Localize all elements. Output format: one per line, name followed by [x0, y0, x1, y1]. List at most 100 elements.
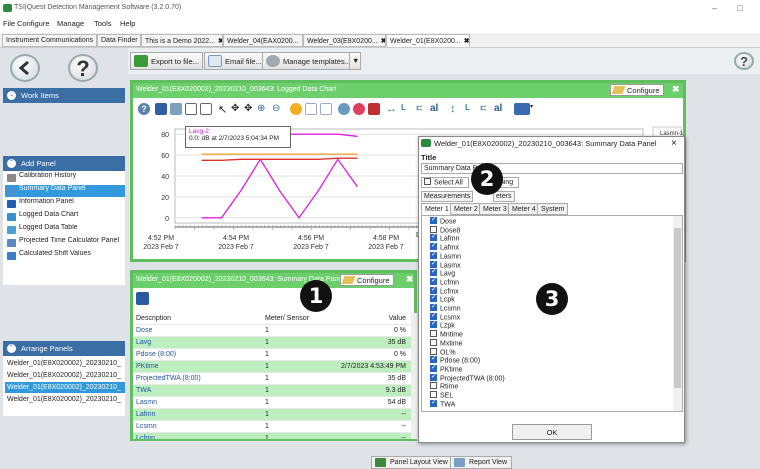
zoom-in-icon[interactable]: ⊕ [257, 103, 269, 115]
measurement-checkbox[interactable]: Pdose (8:00) [430, 354, 480, 366]
tab-system[interactable]: System [537, 203, 569, 215]
templates-dropdown[interactable]: ▼ [349, 52, 361, 70]
close-tab-icon[interactable]: ✖ [464, 38, 469, 45]
configure-button[interactable]: Configure [340, 274, 394, 286]
maximize-button[interactable]: □ [737, 3, 742, 13]
menu-manage[interactable]: Manage [57, 19, 84, 28]
close-icon[interactable]: ✖ [672, 84, 680, 95]
help-icon[interactable]: ? [138, 103, 150, 115]
tab-data-finder[interactable]: Data Finder [97, 34, 141, 47]
table-row[interactable]: Lafmn 1 -- [133, 409, 412, 421]
scrollbar[interactable] [411, 313, 417, 439]
chart-line-icon[interactable] [305, 103, 317, 115]
tab-welder-03[interactable]: Welder_03(E8X0200... ✖ [303, 34, 386, 47]
tab-meter-3[interactable]: Meter 3 [479, 203, 511, 215]
table-row[interactable]: Lcsmn 1 -- [133, 421, 412, 433]
manage-templates-button[interactable]: Manage templates... [262, 52, 355, 70]
add-panel-item[interactable]: Calibration History [5, 172, 125, 184]
tab-instrument-communications[interactable]: Instrument Communications [2, 34, 97, 47]
close-icon[interactable]: × [671, 138, 677, 149]
scrollbar-thumb[interactable] [674, 228, 681, 388]
caret-down-icon[interactable]: ▾ [530, 103, 542, 115]
pan-icon[interactable]: ✥ [231, 103, 243, 115]
add-panel-item[interactable]: Calculated Shift Values [5, 250, 125, 262]
axis-icon[interactable]: L [465, 103, 477, 115]
menu-file[interactable]: File [3, 19, 15, 28]
page-icon[interactable] [185, 103, 197, 115]
save-icon[interactable] [155, 103, 167, 115]
add-panel-item[interactable]: Logged Data Chart [5, 211, 125, 223]
add-panel-item[interactable]: Projected Time Calculator Panel [5, 237, 125, 249]
table-row[interactable]: Lasmn 1 54 dB [133, 397, 412, 409]
axis-icon[interactable]: L [401, 103, 413, 115]
tab-meter-4[interactable]: Meter 4 [508, 203, 540, 215]
table-row[interactable]: Pdose (8:00) 1 0 % [133, 349, 412, 361]
grid-icon[interactable] [368, 103, 380, 115]
zoom-out-icon[interactable]: ⊖ [272, 103, 284, 115]
export-button[interactable]: Export to file... [130, 52, 203, 70]
table-row[interactable]: PKtime 1 2/7/2023 4:53:49 PM [133, 361, 412, 373]
work-items-header[interactable]: ⌄ Work Items [3, 88, 125, 103]
menu-tools[interactable]: Tools [94, 19, 112, 28]
column-header[interactable]: Meter/ Sensor [265, 315, 309, 322]
ok-button[interactable]: OK [512, 424, 592, 440]
panel-layout-view-button[interactable]: Panel Layout View [371, 456, 453, 469]
table-row[interactable]: TWA 1 9.3 dB [133, 385, 412, 397]
add-panel-item[interactable]: Summary Data Panel [5, 185, 125, 197]
axis-icon[interactable]: ⊏ [480, 103, 492, 115]
axis-icon[interactable]: ⊏ [416, 103, 428, 115]
save-icon[interactable] [136, 292, 149, 305]
page-icon[interactable] [200, 103, 212, 115]
tab-parameters[interactable]: eters [493, 191, 515, 202]
move-icon[interactable]: ✥ [244, 103, 256, 115]
table-row[interactable]: ProjectedTWA (8:00) 1 35 dB [133, 373, 412, 385]
add-panel-item[interactable]: Logged Data Table [5, 224, 125, 236]
pointer-icon[interactable]: ↖ [218, 103, 230, 116]
column-header[interactable]: Value [389, 315, 406, 322]
arrange-panel-item[interactable]: Welder_01(E8X020002)_20230210_ [5, 370, 125, 381]
tab-meter-1[interactable]: Meter 1 [421, 203, 453, 215]
menu-help[interactable]: Help [120, 19, 135, 28]
email-button[interactable]: Email file... [204, 52, 266, 70]
measurement-checkbox[interactable]: ProjectedTWA (8:00) [430, 372, 505, 384]
scrollbar[interactable] [673, 216, 682, 411]
bar-chart-icon[interactable]: al [430, 103, 442, 115]
arrange-panel-item[interactable]: Welder_01(E8X020002)_20230210_ [5, 358, 125, 369]
tab-meter-2[interactable]: Meter 2 [450, 203, 482, 215]
help-icon[interactable]: ? [68, 54, 98, 82]
tab-demo[interactable]: This is a Demo 2022...✖ [141, 34, 223, 47]
table-row[interactable]: Lcfmn 1 -- [133, 433, 412, 439]
tab-welder-01[interactable]: Welder_01(E8X0200... ✖ [386, 34, 470, 47]
report-view-button[interactable]: Report View [450, 456, 513, 469]
column-header[interactable]: Description [136, 315, 171, 322]
lightbulb-icon[interactable] [290, 103, 302, 115]
select-all-checkbox[interactable]: Select All [421, 177, 469, 188]
globe-icon[interactable] [338, 103, 350, 115]
image-icon[interactable] [170, 103, 182, 115]
legend-icon[interactable] [514, 103, 530, 115]
title-input[interactable]: Summary Data P [421, 163, 683, 174]
configure-button[interactable]: Configure [610, 84, 664, 96]
table-row[interactable]: Dose 1 0 % [133, 325, 412, 337]
expand-vertical-icon[interactable]: ↕ [450, 103, 462, 115]
minimize-button[interactable]: – [712, 3, 717, 13]
summary-panel-header: Welder_01(E8X020002)_20230210_003643: Su… [133, 273, 414, 288]
table-row[interactable]: Lavg 1 35 dB [133, 337, 412, 349]
close-icon[interactable]: ✖ [406, 274, 414, 285]
arrange-panel-item[interactable]: Welder_01(E8X020002)_20230210_ [5, 394, 125, 405]
back-button[interactable] [10, 54, 40, 82]
palette-icon[interactable] [353, 103, 365, 115]
measurement-checkbox[interactable]: TWA [430, 398, 455, 410]
tab-welder-04[interactable]: Welder_04(EAX0200...✖ [223, 34, 303, 47]
arrange-panel-item[interactable]: Welder_01(E8X020002)_20230210_ [5, 382, 125, 393]
wrench-icon [7, 174, 16, 182]
bar-chart-icon[interactable]: al [494, 103, 506, 115]
add-panel-item[interactable]: Information Panel [5, 198, 125, 210]
chart-line-icon[interactable] [320, 103, 332, 115]
add-panel-header[interactable]: ⌃ Add Panel [3, 156, 125, 171]
expand-horizontal-icon[interactable]: ↔ [386, 103, 398, 115]
arrange-panels-header[interactable]: ⌃ Arrange Panels [3, 341, 125, 356]
tab-measurements[interactable]: Measurements [421, 191, 474, 202]
help-icon[interactable]: ? [734, 52, 754, 70]
menu-configure[interactable]: Configure [17, 19, 50, 28]
